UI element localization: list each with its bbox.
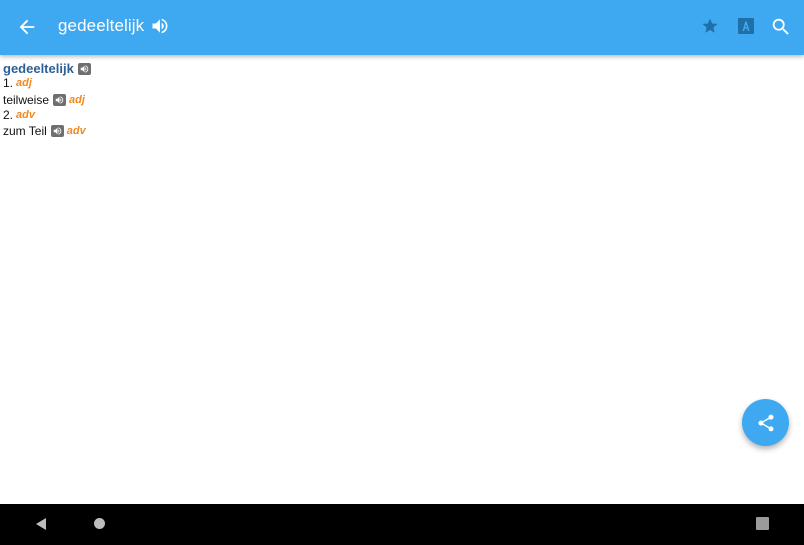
share-icon <box>758 414 773 431</box>
translation: teilweise <box>3 93 50 107</box>
translation: zum Teil <box>3 124 47 138</box>
headword: gedeeltelijk <box>3 61 74 76</box>
back-arrow-icon[interactable] <box>14 14 40 40</box>
speaker-icon[interactable] <box>50 125 64 137</box>
sense-number: 1. <box>3 76 14 90</box>
part-of-speech: adj <box>69 93 85 106</box>
app-bar: gedeeltelijk <box>0 0 804 55</box>
system-nav-bar <box>0 504 804 545</box>
speaker-icon[interactable] <box>53 94 67 106</box>
headword-row: gedeeltelijk <box>3 62 91 75</box>
font-icon[interactable] <box>737 17 754 34</box>
sense-header: 2. adv <box>3 109 35 121</box>
translation-row: zum Teil adv <box>3 125 86 137</box>
star-icon[interactable] <box>700 16 720 36</box>
nav-home-icon[interactable] <box>94 518 105 529</box>
search-icon[interactable] <box>770 16 792 38</box>
part-of-speech: adv <box>66 124 86 137</box>
nav-back-icon[interactable] <box>34 517 48 536</box>
sense-number: 2. <box>3 108 14 122</box>
part-of-speech: adj <box>16 76 32 89</box>
share-button[interactable] <box>742 399 789 446</box>
speaker-icon[interactable] <box>77 62 91 75</box>
speaker-icon[interactable] <box>150 16 170 36</box>
sense-header: 1. adj <box>3 77 32 89</box>
part-of-speech: adv <box>16 108 35 121</box>
nav-recents-icon[interactable] <box>756 517 769 530</box>
page-title: gedeeltelijk <box>58 16 145 35</box>
translation-row: teilweise adj <box>3 94 85 106</box>
